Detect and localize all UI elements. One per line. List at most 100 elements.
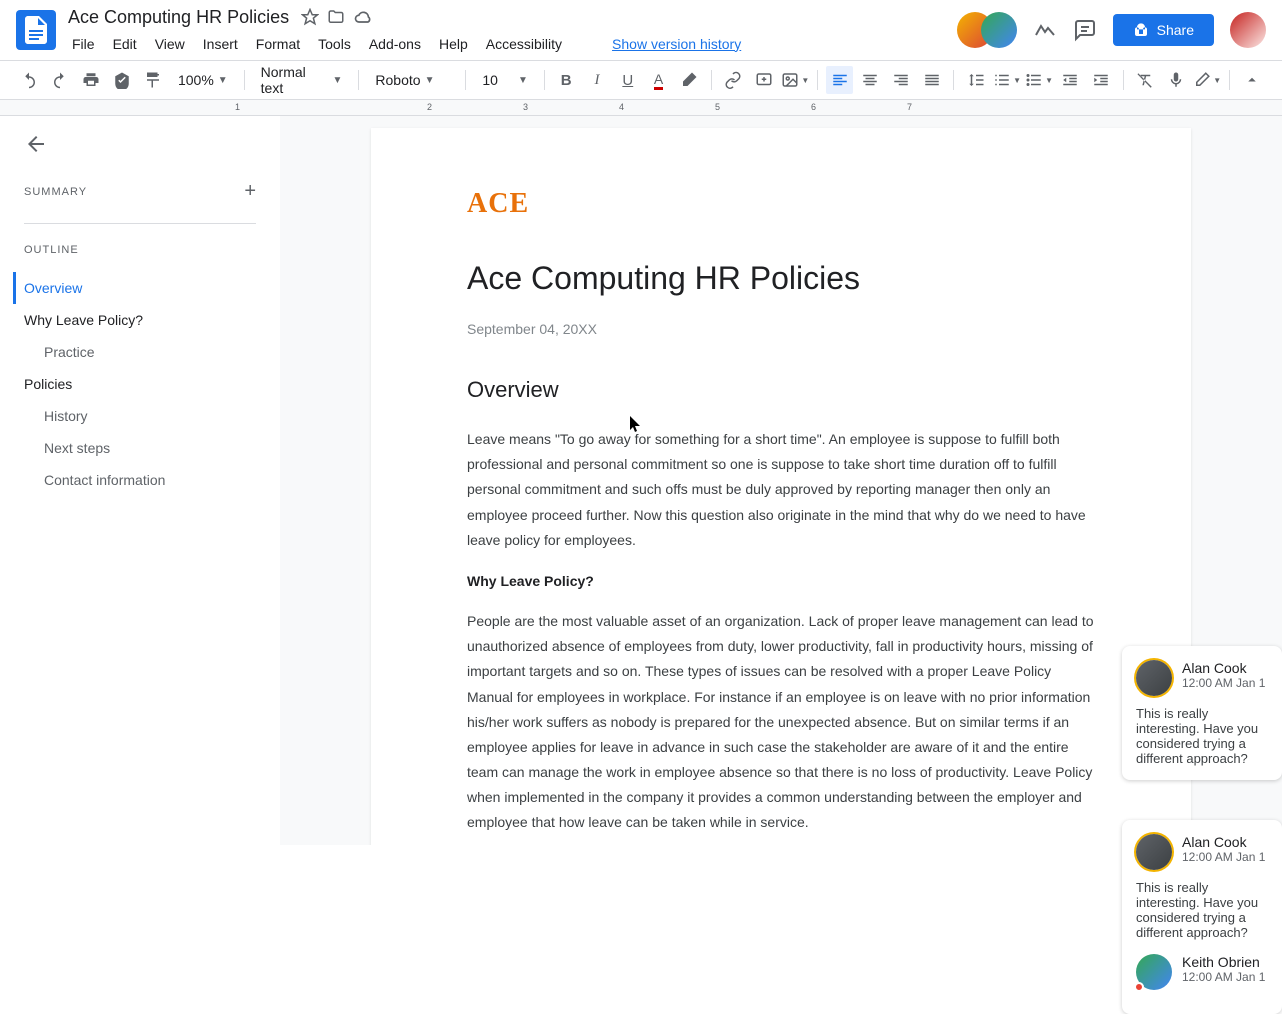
text-color-button[interactable]: A — [645, 66, 672, 94]
comment-card[interactable]: Alan Cook 12:00 AM Jan 1 This is really … — [1122, 646, 1282, 780]
separator — [711, 70, 712, 90]
comments-icon[interactable] — [1073, 18, 1097, 42]
main: SUMMARY + OUTLINE Overview Why Leave Pol… — [0, 116, 1282, 845]
doc-paragraph-2[interactable]: People are the most valuable asset of an… — [467, 609, 1095, 836]
menu-edit[interactable]: Edit — [105, 32, 145, 56]
outline-label: OUTLINE — [24, 244, 256, 256]
separator — [544, 70, 545, 90]
undo-button[interactable] — [16, 66, 43, 94]
page[interactable]: ACE Ace Computing HR Policies September … — [371, 128, 1191, 845]
menu-addons[interactable]: Add-ons — [361, 32, 429, 56]
italic-button[interactable]: I — [584, 66, 611, 94]
separator — [465, 70, 466, 90]
menubar: File Edit View Insert Format Tools Add-o… — [64, 32, 957, 56]
style-dropdown[interactable]: Normal text▼ — [253, 60, 351, 100]
clear-format-button[interactable] — [1132, 66, 1159, 94]
separator — [358, 70, 359, 90]
menu-view[interactable]: View — [147, 32, 193, 56]
editing-mode-button[interactable]: ▼ — [1193, 66, 1221, 94]
redo-button[interactable] — [47, 66, 74, 94]
header-right: Share — [957, 12, 1266, 48]
version-history-link[interactable]: Show version history — [612, 36, 741, 52]
print-button[interactable] — [78, 66, 105, 94]
collapse-button[interactable] — [1238, 66, 1266, 94]
activity-icon[interactable] — [1033, 18, 1057, 42]
numbered-list-button[interactable]: ▼ — [993, 66, 1021, 94]
share-label: Share — [1157, 22, 1194, 38]
spellcheck-button[interactable] — [108, 66, 135, 94]
separator — [817, 70, 818, 90]
cloud-icon[interactable] — [353, 7, 373, 27]
menu-tools[interactable]: Tools — [310, 32, 359, 56]
outline-item-whyleave[interactable]: Why Leave Policy? — [24, 304, 256, 336]
menu-help[interactable]: Help — [431, 32, 476, 56]
comment-card[interactable]: Alan Cook 12:00 AM Jan 1 This is really … — [1122, 820, 1282, 1014]
comment-author: Alan Cook — [1182, 660, 1265, 676]
add-summary-icon[interactable]: + — [244, 180, 256, 203]
divider — [24, 223, 256, 224]
doc-bold-heading[interactable]: Why Leave Policy? — [467, 573, 1095, 589]
doc-date[interactable]: September 04, 20XX — [467, 321, 1095, 337]
bold-button[interactable]: B — [553, 66, 580, 94]
outline-item-contact[interactable]: Contact information — [24, 464, 256, 496]
align-left-button[interactable] — [826, 66, 853, 94]
share-button[interactable]: Share — [1113, 14, 1214, 46]
comment-text: This is really interesting. Have you con… — [1136, 880, 1268, 940]
comments-panel: Alan Cook 12:00 AM Jan 1 This is really … — [1122, 646, 1282, 1014]
comment-avatar — [1136, 834, 1172, 870]
outline-item-history[interactable]: History — [24, 400, 256, 432]
star-icon[interactable] — [301, 8, 319, 26]
separator — [953, 70, 954, 90]
voice-input-button[interactable] — [1162, 66, 1189, 94]
outline-item-overview[interactable]: Overview — [13, 272, 256, 304]
doc-title-heading[interactable]: Ace Computing HR Policies — [467, 260, 1095, 297]
align-right-button[interactable] — [888, 66, 915, 94]
font-dropdown[interactable]: Roboto▼ — [367, 68, 457, 92]
link-button[interactable] — [720, 66, 747, 94]
outline-sidebar: SUMMARY + OUTLINE Overview Why Leave Pol… — [0, 116, 280, 845]
separator — [1123, 70, 1124, 90]
collaborator-avatar-2[interactable] — [981, 12, 1017, 48]
outline-item-practice[interactable]: Practice — [24, 336, 256, 368]
decrease-indent-button[interactable] — [1057, 66, 1084, 94]
align-center-button[interactable] — [857, 66, 884, 94]
comment-author: Keith Obrien — [1182, 954, 1265, 970]
doc-overview-heading[interactable]: Overview — [467, 377, 1095, 403]
align-justify-button[interactable] — [919, 66, 946, 94]
comment-avatar — [1136, 660, 1172, 696]
separator — [1229, 70, 1230, 90]
document-title[interactable]: Ace Computing HR Policies — [64, 5, 293, 30]
highlight-button[interactable] — [676, 66, 703, 94]
separator — [244, 70, 245, 90]
ruler[interactable]: 1 2 3 4 5 6 7 — [0, 100, 1282, 116]
docs-logo[interactable] — [16, 10, 56, 50]
paint-format-button[interactable] — [139, 66, 166, 94]
bulleted-list-button[interactable]: ▼ — [1025, 66, 1053, 94]
zoom-dropdown[interactable]: 100%▼ — [170, 68, 236, 92]
comment-time: 12:00 AM Jan 1 — [1182, 676, 1265, 690]
comment-time: 12:00 AM Jan 1 — [1182, 850, 1265, 864]
toolbar: 100%▼ Normal text▼ Roboto▼ 10▼ B I U A ▼… — [0, 60, 1282, 100]
comment-author: Alan Cook — [1182, 834, 1265, 850]
summary-label: SUMMARY — [24, 186, 87, 198]
outline-item-nextsteps[interactable]: Next steps — [24, 432, 256, 464]
profile-avatar[interactable] — [1230, 12, 1266, 48]
comment-text: This is really interesting. Have you con… — [1136, 706, 1268, 766]
menu-insert[interactable]: Insert — [195, 32, 246, 56]
folder-icon[interactable] — [327, 8, 345, 26]
menu-accessibility[interactable]: Accessibility — [478, 32, 570, 56]
increase-indent-button[interactable] — [1088, 66, 1115, 94]
comment-button[interactable] — [751, 66, 778, 94]
menu-file[interactable]: File — [64, 32, 103, 56]
outline-item-policies[interactable]: Policies — [24, 368, 256, 400]
doc-paragraph-1[interactable]: Leave means "To go away for something fo… — [467, 427, 1095, 553]
comment-time: 12:00 AM Jan 1 — [1182, 970, 1265, 984]
font-size-dropdown[interactable]: 10▼ — [474, 68, 535, 92]
company-logo: ACE — [467, 188, 1095, 220]
underline-button[interactable]: U — [614, 66, 641, 94]
image-button[interactable]: ▼ — [781, 66, 809, 94]
line-spacing-button[interactable] — [962, 66, 989, 94]
back-arrow-icon[interactable] — [24, 132, 256, 156]
cursor-icon — [630, 416, 642, 432]
menu-format[interactable]: Format — [248, 32, 308, 56]
